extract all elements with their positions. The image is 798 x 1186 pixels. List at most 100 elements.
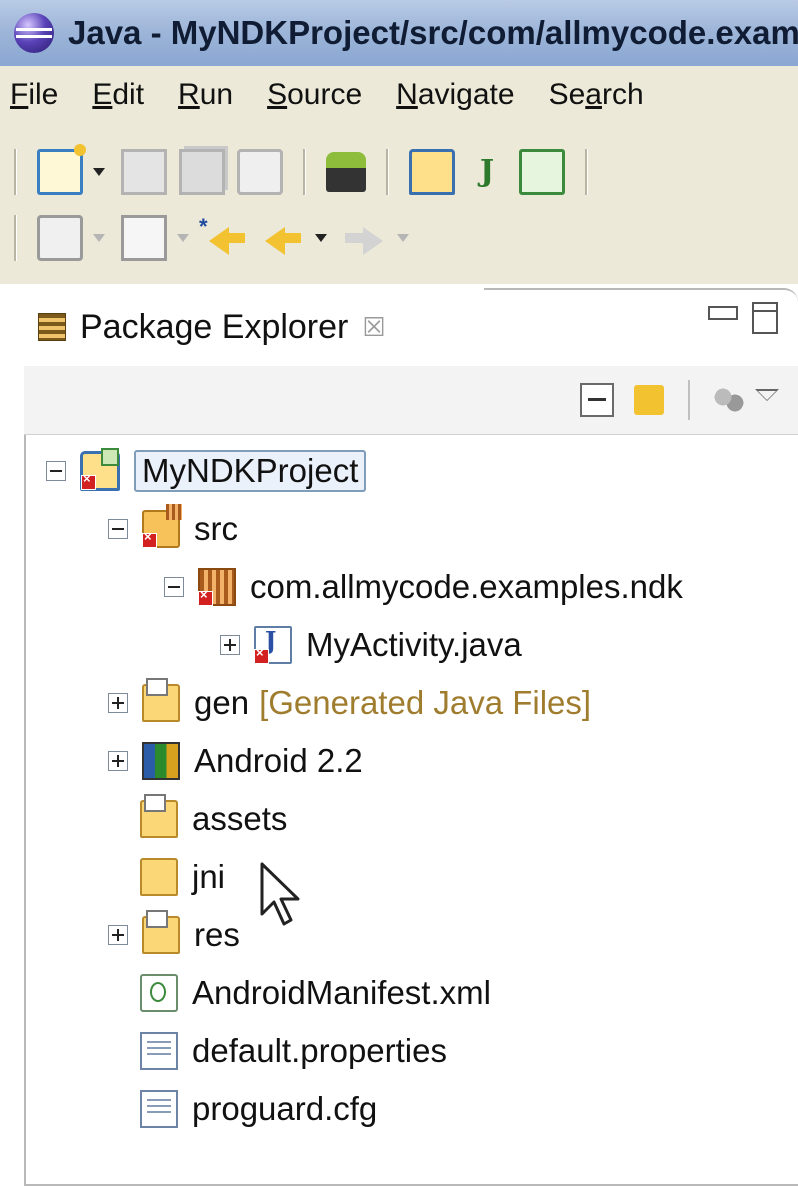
menu-file-rest: ile	[28, 78, 59, 111]
res-folder-icon	[142, 910, 180, 954]
back-dropdown-icon[interactable]	[315, 234, 327, 242]
focus-on-active-task-icon[interactable]	[714, 385, 744, 415]
menu-edit-mnemonic: E	[92, 78, 113, 111]
expand-toggle-icon[interactable]	[108, 925, 128, 945]
tree-item[interactable]: jni	[108, 848, 225, 906]
new-dropdown-chevron-icon[interactable]	[93, 168, 105, 176]
tree-item-label: proguard.cfg	[192, 1090, 378, 1127]
tree-item[interactable]: com.allmycode.examples.ndk	[164, 558, 683, 616]
tree-item[interactable]: res	[108, 906, 240, 964]
folder-icon	[140, 794, 178, 838]
tree-item[interactable]: default.properties	[108, 1022, 447, 1080]
maximize-icon[interactable]	[752, 302, 778, 334]
menu-search-mnemonic: a	[585, 78, 602, 111]
new-class-icon[interactable]	[519, 149, 565, 195]
package-explorer-view: Package Explorer ☒ MyNDKProject src co	[24, 288, 798, 1186]
menu-run[interactable]: Run	[178, 78, 233, 112]
toolbar-separator	[585, 149, 588, 195]
previous-annotation-icon[interactable]	[121, 215, 167, 261]
view-menu-chevron-icon[interactable]	[754, 387, 780, 413]
collapse-all-icon[interactable]	[580, 383, 614, 417]
android-sdk-manager-icon[interactable]	[326, 152, 366, 192]
menu-search-prefix: Se	[548, 78, 586, 111]
tree-item[interactable]: assets	[108, 790, 287, 848]
tree-item-decoration: [Generated Java Files]	[259, 684, 592, 721]
tree-item-label: MyNDKProject	[134, 450, 367, 492]
menu-navigate-mnemonic: N	[396, 78, 418, 111]
previous-annotation-dropdown-icon[interactable]	[177, 234, 189, 242]
menu-search-rest: rch	[601, 78, 644, 111]
text-file-icon	[140, 1090, 178, 1128]
next-annotation-dropdown-icon[interactable]	[93, 234, 105, 242]
menu-source-rest: ource	[287, 78, 363, 111]
toolbar-separator	[386, 149, 389, 195]
view-toolbar	[24, 366, 798, 435]
tree-item[interactable]: AndroidManifest.xml	[108, 964, 491, 1022]
close-icon[interactable]: ☒	[362, 312, 385, 343]
collapse-toggle-icon[interactable]	[164, 577, 184, 597]
forward-dropdown-icon[interactable]	[397, 234, 409, 242]
tree-item-label: gen	[194, 684, 250, 721]
tab-package-explorer[interactable]: Package Explorer ☒	[24, 288, 484, 366]
tree-item-label: src	[194, 510, 238, 547]
forward-icon[interactable]	[341, 218, 389, 258]
collapse-toggle-icon[interactable]	[108, 519, 128, 539]
menu-navigate[interactable]: Navigate	[396, 78, 514, 112]
toolbar-row-1: J	[0, 142, 602, 202]
new-android-project-icon[interactable]	[409, 149, 455, 195]
tree-item[interactable]: gen [Generated Java Files]	[108, 674, 591, 732]
menu-edit-rest: dit	[112, 78, 145, 111]
save-all-icon[interactable]	[179, 149, 225, 195]
expand-toggle-icon[interactable]	[108, 751, 128, 771]
tree-item-label: com.allmycode.examples.ndk	[250, 568, 683, 605]
folder-icon	[140, 858, 178, 896]
tree-item[interactable]: src	[108, 500, 238, 558]
tree-item[interactable]: MyActivity.java	[220, 616, 522, 674]
tree-item[interactable]: MyNDKProject	[46, 442, 367, 500]
menu-edit[interactable]: Edit	[92, 78, 144, 112]
tree-item[interactable]: proguard.cfg	[108, 1080, 377, 1138]
text-file-icon	[140, 1032, 178, 1070]
toolbar-separator	[303, 149, 306, 195]
collapse-toggle-icon[interactable]	[46, 461, 66, 481]
menu-source[interactable]: Source	[267, 78, 362, 112]
window-title: Java - MyNDKProject/src/com/allmycode.ex…	[68, 14, 798, 51]
title-bar: Java - MyNDKProject/src/com/allmycode.ex…	[0, 0, 798, 66]
arrow-shaft	[345, 233, 363, 243]
menu-search[interactable]: Search	[549, 78, 644, 112]
error-overlay-icon	[81, 471, 96, 490]
view-controls	[708, 302, 778, 334]
error-overlay-icon	[254, 645, 269, 664]
menu-run-rest: un	[199, 78, 234, 111]
menu-file-mnemonic: F	[10, 78, 29, 111]
menu-file[interactable]: File	[10, 78, 58, 112]
next-annotation-icon[interactable]	[37, 215, 83, 261]
print-icon[interactable]	[237, 149, 283, 195]
view-title: Package Explorer	[80, 307, 349, 346]
eclipse-icon	[14, 13, 54, 53]
expand-toggle-icon[interactable]	[108, 693, 128, 713]
save-icon[interactable]	[121, 149, 167, 195]
package-icon	[198, 568, 236, 606]
last-edit-location-icon[interactable]: *	[199, 214, 251, 258]
tree-item-label: MyActivity.java	[306, 626, 522, 663]
menu-source-mnemonic: S	[267, 78, 288, 111]
back-icon[interactable]	[259, 218, 307, 258]
tree-item[interactable]: Android 2.2	[108, 732, 363, 790]
new-junit-test-icon[interactable]: J	[467, 152, 507, 192]
star-icon: *	[199, 214, 208, 239]
tree-item-label: default.properties	[192, 1032, 447, 1069]
expand-toggle-icon[interactable]	[220, 635, 240, 655]
new-wizard-icon[interactable]	[37, 144, 86, 195]
menu-navigate-rest: avigate	[417, 78, 515, 111]
minimize-icon[interactable]	[708, 306, 738, 320]
toolbar-row-2: *	[0, 208, 419, 268]
toolbar-separator	[14, 215, 17, 261]
arrow-shaft	[227, 233, 245, 243]
tree-item-label: assets	[192, 800, 288, 837]
link-with-editor-icon[interactable]	[634, 385, 664, 415]
